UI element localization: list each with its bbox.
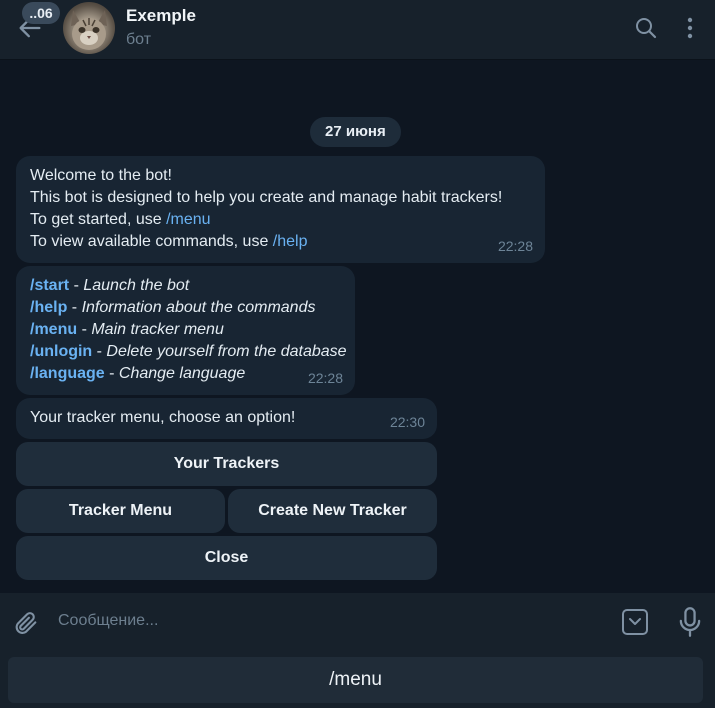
message-line: Welcome to the bot!: [30, 167, 172, 184]
keyboard-toggle-button[interactable]: [620, 607, 650, 637]
message-list[interactable]: 27 июня Welcome to the bot! This bot is …: [0, 61, 715, 591]
separator: -: [67, 299, 82, 316]
paperclip-icon: [15, 612, 37, 634]
message-line: To view available commands, use /help: [30, 231, 531, 253]
command-description: Change language: [118, 365, 246, 382]
separator: -: [69, 277, 84, 294]
telegram-chat-window: ..06 Exemple бот 27 июня Welcome to the …: [0, 0, 715, 708]
command-description: Delete yourself from the database: [106, 343, 347, 360]
message-composer: /menu: [0, 593, 715, 708]
command-link-menu[interactable]: /menu: [30, 321, 77, 338]
command-link-help[interactable]: /help: [30, 299, 67, 316]
more-options-button[interactable]: [678, 16, 702, 40]
command-link-start[interactable]: /start: [30, 277, 69, 294]
message-time: 22:28: [497, 238, 533, 254]
chat-title[interactable]: Exemple: [126, 6, 196, 26]
attach-button[interactable]: [12, 609, 40, 637]
separator: -: [77, 321, 92, 338]
separator: -: [104, 365, 119, 382]
reply-keyboard-menu-button[interactable]: /menu: [8, 657, 703, 703]
more-vertical-icon: [687, 17, 693, 39]
date-separator: 27 июня: [310, 117, 401, 147]
message-time: 22:30: [389, 414, 425, 430]
chat-header: ..06 Exemple бот: [0, 0, 715, 60]
command-link-language[interactable]: /language: [30, 365, 105, 382]
avatar[interactable]: [63, 2, 115, 54]
your-trackers-button[interactable]: Your Trackers: [16, 442, 437, 486]
command-description: Main tracker menu: [91, 321, 224, 338]
command-line: /language - Change language: [30, 363, 341, 385]
message-line: This bot is designed to help you create …: [30, 189, 503, 206]
message-input[interactable]: [58, 605, 598, 637]
command-line: /help - Information about the commands: [30, 297, 341, 319]
search-button[interactable]: [634, 16, 658, 40]
command-link-unlogin[interactable]: /unlogin: [30, 343, 92, 360]
message-welcome[interactable]: Welcome to the bot! This bot is designed…: [16, 156, 545, 263]
command-description: Launch the bot: [83, 277, 190, 294]
message-line: To get started, use /menu: [30, 209, 531, 231]
microphone-icon: [679, 607, 701, 637]
message-menu-prompt[interactable]: Your tracker menu, choose an option! 22:…: [16, 398, 437, 439]
message-time: 22:28: [307, 370, 343, 386]
close-button[interactable]: Close: [16, 536, 437, 580]
command-line: /start - Launch the bot: [30, 275, 341, 297]
chat-subtitle: бот: [126, 31, 152, 48]
tracker-menu-button[interactable]: Tracker Menu: [16, 489, 225, 533]
keyboard-toggle-icon: [622, 609, 648, 635]
message-text: To view available commands, use: [30, 233, 273, 250]
message-commands[interactable]: /start - Launch the bot /help - Informat…: [16, 266, 355, 395]
message-line: Your tracker menu, choose an option!: [30, 409, 296, 426]
command-line: /menu - Main tracker menu: [30, 319, 341, 341]
command-link-menu[interactable]: /menu: [166, 211, 210, 228]
search-icon: [636, 18, 657, 39]
separator: -: [92, 343, 107, 360]
cat-avatar-image: [71, 10, 107, 50]
command-link-help[interactable]: /help: [273, 233, 308, 250]
unread-count-badge: ..06: [22, 2, 60, 24]
message-text: To get started, use: [30, 211, 167, 228]
command-line: /unlogin - Delete yourself from the data…: [30, 341, 347, 363]
command-description: Information about the commands: [81, 299, 316, 316]
voice-record-button[interactable]: [676, 606, 704, 638]
create-new-tracker-button[interactable]: Create New Tracker: [228, 489, 437, 533]
